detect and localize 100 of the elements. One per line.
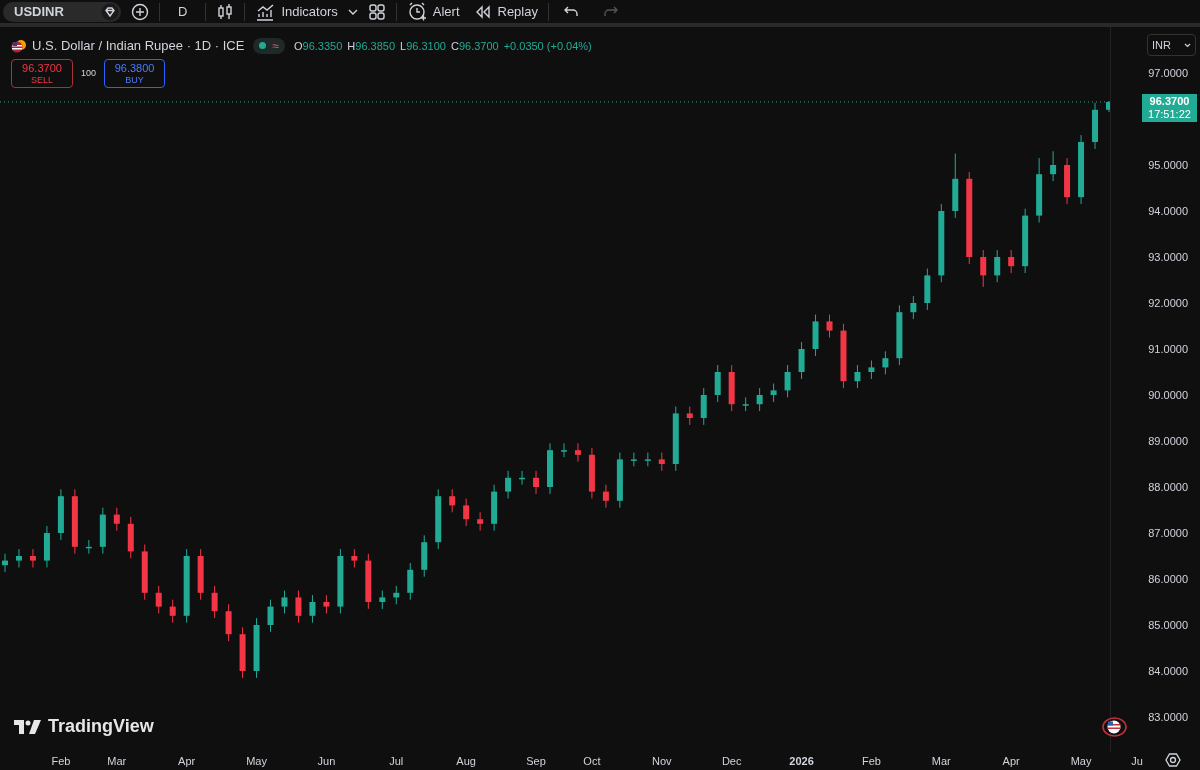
candlestick: [980, 249, 987, 288]
time-label: May: [246, 754, 267, 768]
symbol-text: USDINR: [14, 2, 64, 21]
replay-button[interactable]: Replay: [473, 1, 538, 22]
price-label: 90.0000: [1148, 388, 1188, 402]
price-label: 93.0000: [1148, 250, 1188, 264]
alert-button[interactable]: Alert: [406, 1, 460, 22]
symbol-search-field[interactable]: USDINR: [3, 1, 121, 22]
candlestick: [15, 548, 22, 568]
alarm-clock-icon[interactable]: [406, 1, 427, 22]
candlestick: [882, 350, 889, 375]
candlestick: [505, 470, 512, 499]
time-label: Apr: [178, 754, 196, 768]
candlestick: [323, 594, 330, 614]
chevron-down-icon[interactable]: [347, 7, 358, 16]
candlestick: [700, 387, 707, 426]
logo-icon: [14, 719, 41, 734]
candlestick: [630, 452, 637, 467]
candlestick: [169, 599, 176, 624]
add-icon[interactable]: [131, 2, 149, 21]
sell-button[interactable]: 96.3700 SELL: [11, 59, 73, 88]
candlestick: [295, 590, 302, 624]
last-price-label: 96.3700 17:51:22: [1142, 93, 1197, 122]
candlestick: [239, 626, 246, 679]
candlestick: [644, 452, 651, 467]
time-label: Aug: [456, 754, 476, 768]
price-label: 91.0000: [1148, 342, 1188, 356]
price-label: 83.0000: [1148, 710, 1188, 724]
candlestick: [826, 314, 833, 338]
time-label: Apr: [1002, 754, 1020, 768]
price-label: 94.0000: [1148, 204, 1188, 218]
time-label: Oct: [583, 754, 601, 768]
candlestick: [616, 452, 623, 509]
candlestick: [770, 383, 777, 403]
candlestick: [994, 249, 1001, 283]
price-label: 84.0000: [1148, 664, 1188, 678]
price-label: 88.0000: [1148, 480, 1188, 494]
currency-dropdown[interactable]: INR: [1147, 34, 1196, 56]
time-label: 2026: [789, 754, 814, 768]
candlestick-icon[interactable]: [216, 2, 235, 21]
candlestick: [533, 470, 540, 495]
candlestick: [281, 590, 288, 614]
time-label: Ju: [1131, 754, 1143, 768]
indicators-button[interactable]: Indicators: [255, 1, 338, 22]
price-label: 87.0000: [1148, 526, 1188, 540]
candlestick: [337, 548, 344, 614]
layout-grid-icon[interactable]: [367, 2, 386, 21]
candlestick: [127, 516, 134, 559]
candlestick: [1106, 100, 1110, 113]
candlestick: [742, 396, 749, 412]
candlestick: [309, 594, 316, 624]
time-label: May: [1070, 754, 1092, 768]
candlestick: [463, 498, 470, 527]
settings-icon[interactable]: [1165, 752, 1181, 768]
candlestick: [225, 603, 232, 642]
chart-icon[interactable]: [255, 2, 276, 21]
candlestick: [379, 590, 386, 610]
symbol-title: U.S. Dollar / Indian Rupee · 1D · ICE: [32, 37, 245, 55]
candlestick: [1008, 249, 1015, 274]
candlestick: [798, 341, 805, 380]
candlestick: [602, 484, 609, 509]
candlestick: [365, 553, 372, 610]
time-label: Jun: [317, 754, 336, 768]
candlestick: [840, 323, 847, 389]
spread-value: 100: [80, 66, 98, 80]
candlestick: [1050, 150, 1057, 182]
candlestick: [211, 585, 218, 619]
candlestick: [155, 585, 162, 614]
time-label: Mar: [931, 754, 951, 768]
time-label: Nov: [652, 754, 672, 768]
undo-icon[interactable]: [562, 4, 579, 19]
candlestick: [71, 488, 78, 555]
candlestick: [658, 452, 665, 472]
candlestick: [253, 617, 260, 679]
brand-name: TradingView: [48, 715, 154, 738]
flag-icon: [11, 38, 27, 53]
ohlc-value: O96.3350: [294, 38, 343, 54]
candlestick: [868, 360, 875, 380]
price-label: 92.0000: [1148, 296, 1188, 310]
candlestick: [29, 548, 36, 568]
ohlc-value: H96.3850: [347, 38, 396, 54]
candlestick: [924, 268, 931, 311]
time-label: Jul: [389, 754, 404, 768]
candlestick: [547, 442, 553, 495]
candlestick: [1022, 208, 1029, 274]
change-value: +0.0350 (+0.04%): [503, 38, 592, 54]
candlestick: [1064, 157, 1071, 205]
buy-button[interactable]: 96.3800 BUY: [104, 59, 166, 88]
candlestick: [910, 295, 917, 320]
time-label: Sep: [526, 754, 546, 768]
candlestick: [267, 599, 274, 633]
candlestick: [854, 364, 861, 389]
candlestick: [519, 470, 526, 486]
price-label: 89.0000: [1148, 434, 1188, 448]
candlestick: [57, 488, 64, 541]
interval-button[interactable]: D: [170, 1, 196, 22]
candlestick: [1092, 102, 1099, 150]
price-label: 86.0000: [1148, 572, 1188, 586]
candlestick: [113, 507, 120, 532]
candlestick: [1036, 157, 1043, 223]
